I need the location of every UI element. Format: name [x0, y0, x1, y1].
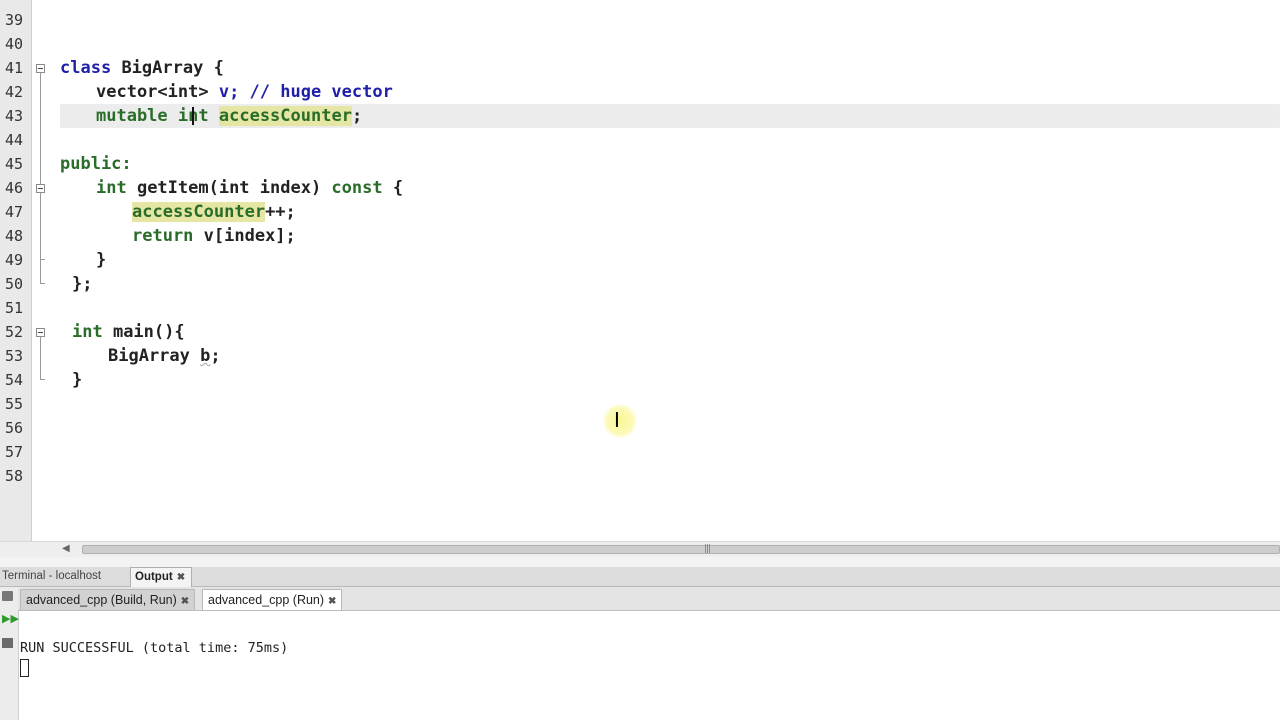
open-brace: { — [382, 178, 404, 198]
keyword-mutable: mutable — [96, 106, 168, 126]
open-brace: { — [203, 58, 224, 78]
stop-icon[interactable] — [2, 591, 13, 601]
line-number: 53 — [5, 347, 24, 365]
keyword-return: return — [132, 226, 194, 246]
type-vector: vector<int> — [96, 82, 209, 102]
line-number: 43 — [5, 107, 24, 125]
comment-text: v; // huge vector — [208, 82, 393, 102]
fold-end — [40, 259, 45, 260]
line-number: 56 — [5, 419, 24, 437]
field-access-counter: accessCounter — [218, 106, 352, 126]
method-signature: getItem(int index) — [126, 178, 332, 198]
fold-end — [40, 283, 45, 284]
scroll-left-icon[interactable]: ◀ — [62, 543, 70, 554]
rerun-icon[interactable]: ▶▶ — [2, 613, 19, 625]
type-int: int — [72, 322, 103, 342]
class-name: BigArray — [108, 346, 190, 366]
panel-tab-bar: Terminal - localhost Output ✖ — [0, 567, 1280, 587]
code-line-50[interactable]: }; — [72, 272, 92, 296]
code-line-46[interactable]: int getItem(int index) const { — [96, 176, 403, 200]
code-line-54[interactable]: } — [72, 368, 82, 392]
line-number-gutter: 39 40 41 42 43 44 45 46 47 48 49 50 51 5… — [0, 0, 32, 541]
field-access-counter: accessCounter — [132, 202, 266, 222]
line-number: 57 — [5, 443, 24, 461]
close-icon[interactable]: ✖ — [177, 572, 185, 583]
tab-terminal[interactable]: Terminal - localhost — [2, 567, 101, 586]
text-caret — [192, 107, 194, 125]
fold-toggle-method[interactable] — [36, 184, 45, 193]
code-line-48[interactable]: return v[index]; — [132, 224, 296, 248]
line-number: 49 — [5, 251, 24, 269]
line-number: 51 — [5, 299, 24, 317]
output-console[interactable]: RUN SUCCESSFUL (total time: 75ms) — [19, 611, 1280, 720]
ibeam-cursor-icon: I — [614, 408, 620, 432]
subtab-label: advanced_cpp (Build, Run) — [26, 593, 177, 607]
fold-end — [40, 379, 45, 380]
horizontal-scrollbar[interactable]: ◀ ||| — [0, 541, 1280, 558]
code-line-41[interactable]: class BigArray { — [60, 56, 224, 80]
line-number: 58 — [5, 467, 24, 485]
line-number: 47 — [5, 203, 24, 221]
close-icon[interactable]: ✖ — [181, 596, 189, 607]
increment-op: ++; — [265, 202, 296, 222]
code-line-47[interactable]: accessCounter++; — [132, 200, 296, 224]
line-number: 46 — [5, 179, 24, 197]
line-number: 40 — [5, 35, 24, 53]
semicolon: ; — [210, 346, 221, 366]
line-number: 41 — [5, 59, 24, 77]
line-number: 52 — [5, 323, 24, 341]
subtab-run[interactable]: advanced_cpp (Run) ✖ — [202, 589, 343, 610]
line-number: 54 — [5, 371, 24, 389]
tab-output[interactable]: Output ✖ — [130, 567, 193, 587]
code-editor[interactable]: 39 40 41 42 43 44 45 46 47 48 49 50 51 5… — [0, 0, 1280, 541]
output-status-text: RUN SUCCESSFUL (total time: 75ms) — [20, 640, 289, 656]
close-icon[interactable]: ✖ — [328, 596, 336, 607]
code-line-45[interactable]: public: — [60, 152, 132, 176]
type-int: int — [96, 178, 127, 198]
keyword-public: public: — [60, 154, 132, 174]
line-number: 42 — [5, 83, 24, 101]
code-line-52[interactable]: int main(){ — [72, 320, 185, 344]
subtab-label: advanced_cpp (Run) — [208, 593, 325, 607]
mouse-highlight — [603, 404, 637, 438]
variable-b: b — [200, 346, 211, 366]
scrollbar-thumb[interactable] — [82, 545, 1280, 554]
keyword-const: const — [331, 178, 383, 198]
line-number: 50 — [5, 275, 24, 293]
return-expr: v[index]; — [193, 226, 296, 246]
keyword-class: class — [60, 58, 112, 78]
fold-guide — [40, 337, 41, 379]
close-brace: }; — [72, 274, 93, 294]
class-name: BigArray — [121, 58, 204, 78]
code-line-43[interactable]: mutable int accessCounter; — [96, 104, 362, 128]
clear-icon[interactable] — [2, 638, 13, 648]
code-line-42[interactable]: vector<int> v; // huge vector — [96, 80, 393, 104]
tab-label: Terminal - localhost — [2, 570, 102, 582]
output-subtab-bar: advanced_cpp (Build, Run) ✖ advanced_cpp … — [18, 587, 1280, 611]
close-brace: } — [96, 250, 107, 270]
console-cursor — [20, 659, 29, 677]
subtab-build-run[interactable]: advanced_cpp (Build, Run) ✖ — [20, 589, 196, 610]
fold-toggle-main[interactable] — [36, 328, 45, 337]
semicolon: ; — [351, 106, 363, 126]
line-number: 45 — [5, 155, 24, 173]
code-line-49[interactable]: } — [96, 248, 106, 272]
grip-icon: ||| — [704, 544, 711, 554]
line-number: 44 — [5, 131, 24, 149]
tab-label: Output — [135, 571, 173, 583]
fold-toggle-class[interactable] — [36, 64, 45, 73]
fold-guide — [40, 73, 41, 283]
output-toolbar: ▶▶ — [0, 587, 19, 720]
panel-divider[interactable] — [0, 557, 1280, 567]
code-line-53[interactable]: BigArray b; — [108, 344, 221, 368]
close-brace: } — [72, 370, 83, 390]
main-signature: main(){ — [102, 322, 185, 342]
line-number: 55 — [5, 395, 24, 413]
line-number: 39 — [5, 11, 24, 29]
line-number: 48 — [5, 227, 24, 245]
